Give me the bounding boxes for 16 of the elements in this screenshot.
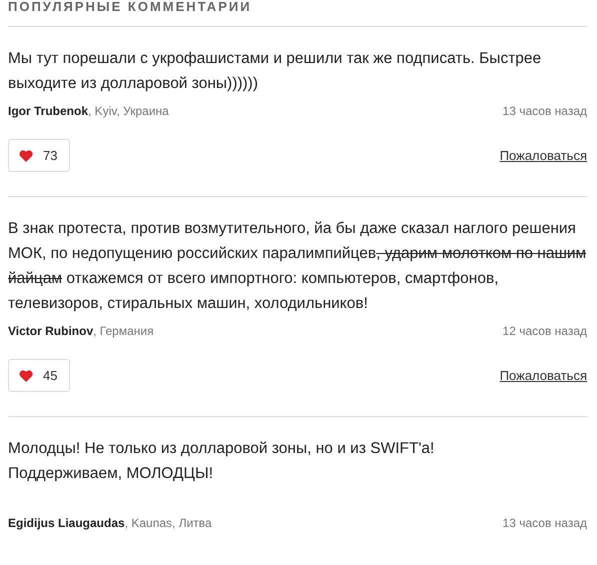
heart-icon [19, 370, 33, 382]
comment-author: Victor Rubinov, Германия [8, 324, 154, 338]
report-link[interactable]: Пожаловаться [500, 368, 587, 383]
like-button[interactable]: 45 [8, 359, 70, 392]
comment-text: В знак протеста, против возмутительного, йа бы даже сказал наглого решения МОК, по недопущению российских паралимпийцев, ударим молотком по нашим йайцам откажемся от всего импортного: компьютеров, смартфонов, телевизоров, стиральных машин, холодильников! [8, 219, 587, 314]
comment-time: 13 часов назад [502, 104, 587, 118]
section-heading: ПОПУЛЯРНЫЕ КОММЕНТАРИИ [8, 0, 587, 27]
comment-time: 12 часов назад [502, 324, 587, 338]
report-link[interactable]: Пожаловаться [500, 148, 587, 163]
comment-author: Igor Trubenok, Kyiv, Украина [8, 104, 169, 118]
like-button[interactable]: 73 [8, 139, 70, 172]
heart-icon [19, 150, 33, 162]
comment-text: Молодцы! Не только из долларовой зоны, но и из SWIFT'a! Поддерживаем, МОЛОДЦЫ! [8, 439, 436, 484]
comment-text: Мы тут порешали с укрофашистами и решили так же подписать. Быстрее выходите из долларовой зоны)))))) [8, 49, 542, 94]
comment-author: Egidijus Liaugaudas, Kaunas, Литва [8, 516, 212, 530]
comment-time: 13 часов назад [502, 516, 587, 530]
